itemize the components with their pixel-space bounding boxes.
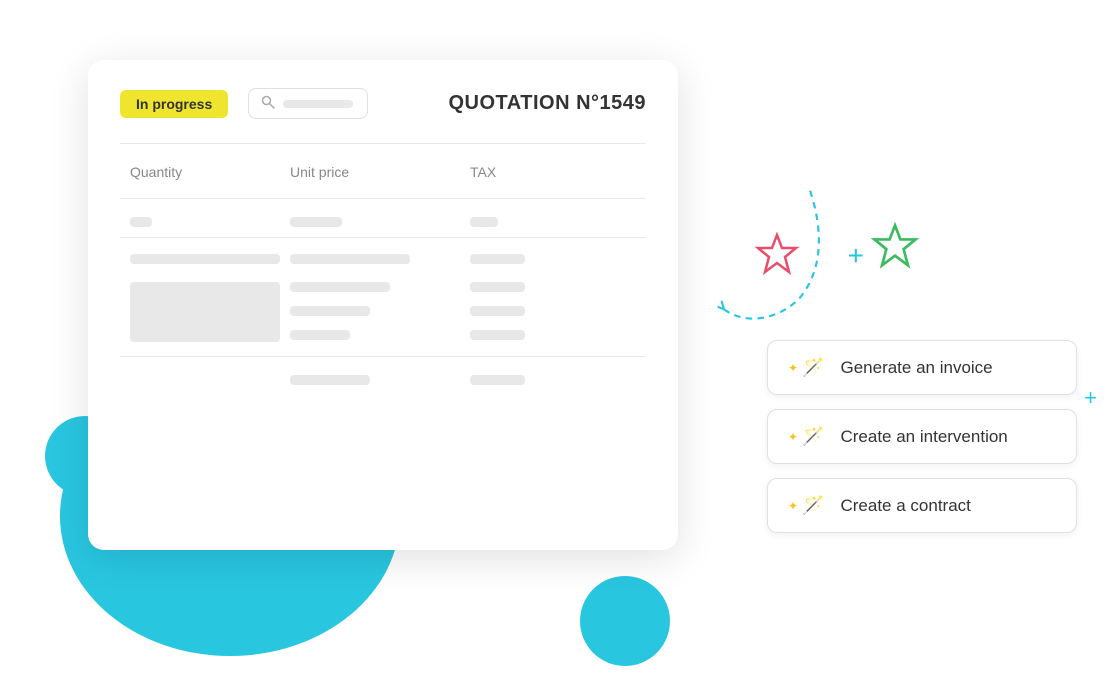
skeleton-cell — [290, 217, 342, 227]
skeleton-cell — [130, 254, 280, 264]
skeleton-cell — [470, 330, 525, 340]
table-row — [120, 248, 646, 270]
header-divider — [120, 143, 646, 144]
table-divider — [120, 198, 646, 199]
col-quantity-header: Quantity — [130, 164, 182, 180]
search-box[interactable] — [248, 88, 368, 119]
skeleton-cell — [290, 306, 370, 316]
create-contract-label: Create a contract — [840, 496, 970, 516]
create-intervention-button[interactable]: ✦ 🪄 Create an intervention — [767, 409, 1077, 464]
star-green-icon — [868, 220, 922, 286]
table-row — [120, 369, 646, 391]
table-header: Quantity Unit price TAX — [120, 164, 646, 182]
col-unit-price-header: Unit price — [290, 164, 349, 180]
generate-invoice-button[interactable]: ✦ 🪄 Generate an invoice — [767, 340, 1077, 395]
row-divider — [120, 356, 646, 357]
skeleton-cell — [470, 306, 525, 316]
plus-blue-icon: + — [848, 240, 864, 272]
row-divider — [120, 237, 646, 238]
blob-small-bottom — [580, 576, 670, 666]
skeleton-cell — [290, 375, 370, 385]
skeleton-cell — [470, 217, 498, 227]
create-intervention-label: Create an intervention — [840, 427, 1007, 447]
skeleton-cell — [290, 330, 350, 340]
action-buttons-container: ✦ 🪄 Generate an invoice ✦ 🪄 Create an in… — [767, 340, 1077, 533]
skeleton-cell — [290, 282, 390, 292]
wand-sparkle-icon: ✦ 🪄 — [788, 495, 824, 516]
status-badge: In progress — [120, 90, 228, 118]
quotation-card: In progress QUOTATION N°1549 Quantity Un… — [88, 60, 678, 550]
skeleton-cell — [470, 375, 525, 385]
plus-right-icon: + — [1084, 385, 1097, 411]
table-row — [120, 274, 646, 350]
col-tax-header: TAX — [470, 164, 496, 180]
quotation-title: QUOTATION N°1549 — [448, 92, 646, 115]
table-row — [120, 211, 646, 233]
skeleton-cell — [470, 282, 525, 292]
search-icon — [261, 95, 275, 112]
card-header: In progress QUOTATION N°1549 — [120, 88, 646, 119]
create-contract-button[interactable]: ✦ 🪄 Create a contract — [767, 478, 1077, 533]
wand-sparkle-icon: ✦ 🪄 — [788, 426, 824, 447]
star-red-icon — [752, 230, 802, 291]
skeleton-cell — [130, 217, 152, 227]
skeleton-block — [130, 282, 280, 342]
skeleton-cell — [290, 254, 410, 264]
search-input-placeholder — [283, 100, 353, 108]
skeleton-cell — [470, 254, 525, 264]
generate-invoice-label: Generate an invoice — [840, 358, 992, 378]
wand-sparkle-icon: ✦ 🪄 — [788, 357, 824, 378]
